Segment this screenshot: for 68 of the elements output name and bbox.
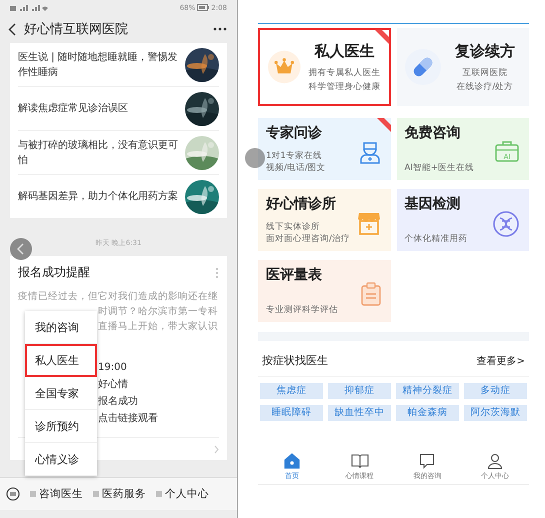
nurse-icon: [358, 140, 380, 164]
menu-tab[interactable]: 个人中心: [156, 487, 209, 501]
field-value: 点击链接观看: [98, 413, 158, 424]
store-icon: [356, 211, 380, 235]
chevron-right-icon: [214, 444, 219, 454]
menu-icon: [156, 491, 162, 497]
more-icon[interactable]: [213, 27, 227, 31]
menu-item[interactable]: 诊所预约: [25, 410, 97, 443]
menu-tab[interactable]: 咨询医生: [30, 487, 83, 501]
service-title: 免费咨询: [404, 124, 462, 142]
see-more-link[interactable]: 查看更多>: [476, 354, 525, 368]
field-value: 好心情: [98, 379, 128, 390]
menu-item[interactable]: 私人医生: [25, 344, 97, 377]
article-title[interactable]: 医生说 | 随时随地想睡就睡，警惕发作性睡病: [18, 50, 179, 80]
pill-icon: [404, 49, 440, 85]
service-title: 医评量表: [266, 266, 323, 284]
message-text: 直播马上开始，带大家认识: [98, 321, 218, 332]
service-title: 好心情诊所: [266, 195, 337, 213]
section-title: 按症状找医生: [262, 353, 328, 368]
field-value: 19:00: [98, 362, 127, 373]
touch-indicator-icon: [245, 148, 265, 168]
service-title: 复诊续方: [454, 42, 515, 60]
menu-item[interactable]: 全国专家: [25, 377, 97, 410]
service-card[interactable]: 基因检测 个体化精准用药: [396, 189, 529, 251]
service-description: 专业测评科学评估: [266, 304, 339, 316]
battery-icon: [197, 4, 210, 11]
service-description: 在线诊疗/处方: [456, 80, 514, 92]
message-text: 疫情已经过去，但它对我们造成的影响还在继: [18, 290, 219, 304]
service-description: 面对面心理咨询/治疗: [266, 233, 351, 245]
keyboard-icon[interactable]: [6, 487, 20, 501]
article-title[interactable]: 与被打碎的玻璃相比，没有意识更可怕: [18, 138, 179, 168]
person-icon: [487, 453, 504, 469]
service-card[interactable]: 私人医生 拥有专属私人医生 科学管理身心健康: [258, 28, 390, 106]
service-title: 私人医生: [314, 42, 374, 60]
service-card[interactable]: 专家问诊 1对1专家在线 视频/电话/图文: [258, 118, 390, 180]
service-description: 拥有专属私人医生: [308, 66, 380, 78]
service-description: 视频/电话/图文: [266, 162, 327, 174]
service-card[interactable]: 复诊续方 互联网医院 在线诊疗/处方: [396, 28, 529, 106]
menu-item[interactable]: 心情义诊: [25, 443, 97, 476]
service-title: 基因检测: [404, 195, 462, 213]
menu-icon: [93, 491, 99, 497]
chat-title: 好心情互联网医院: [24, 21, 129, 38]
clipboard-icon: [360, 282, 380, 306]
service-description: 科学管理身心健康: [308, 80, 380, 92]
back-icon[interactable]: [8, 22, 16, 36]
message-text: 时调节？哈尔滨市第一专科: [98, 306, 218, 317]
message-title: 报名成功提醒: [18, 264, 90, 281]
service-card[interactable]: 好心情诊所 线下实体诊所 面对面心理咨询/治疗: [258, 189, 390, 251]
menu-item[interactable]: 我的咨询: [25, 311, 97, 344]
service-description: 互联网医院: [462, 66, 508, 78]
back-button-icon[interactable]: [10, 238, 32, 260]
service-description: 个体化精准用药: [404, 233, 468, 245]
home-icon: [284, 453, 300, 469]
menu-icon: [30, 491, 36, 497]
crown-icon: [268, 49, 300, 85]
field-value: 报名成功: [98, 396, 138, 407]
service-title: 专家问诊: [266, 124, 323, 142]
article-title[interactable]: 解读焦虑症常见诊治误区: [18, 101, 179, 116]
dna-icon: [493, 211, 519, 237]
menu-tab[interactable]: 医药服务: [93, 487, 146, 501]
chat-icon: [419, 453, 436, 469]
service-description: 1对1专家在线: [266, 150, 323, 162]
book-icon: [350, 453, 369, 469]
service-card[interactable]: 医评量表 专业测评科学评估: [258, 260, 390, 322]
article-title[interactable]: 解码基因差异，助力个体化用药方案: [18, 189, 179, 204]
service-description: AI智能+医生在线: [404, 162, 475, 174]
signal-icon: [10, 4, 48, 12]
service-description: 线下实体诊所: [266, 221, 321, 233]
